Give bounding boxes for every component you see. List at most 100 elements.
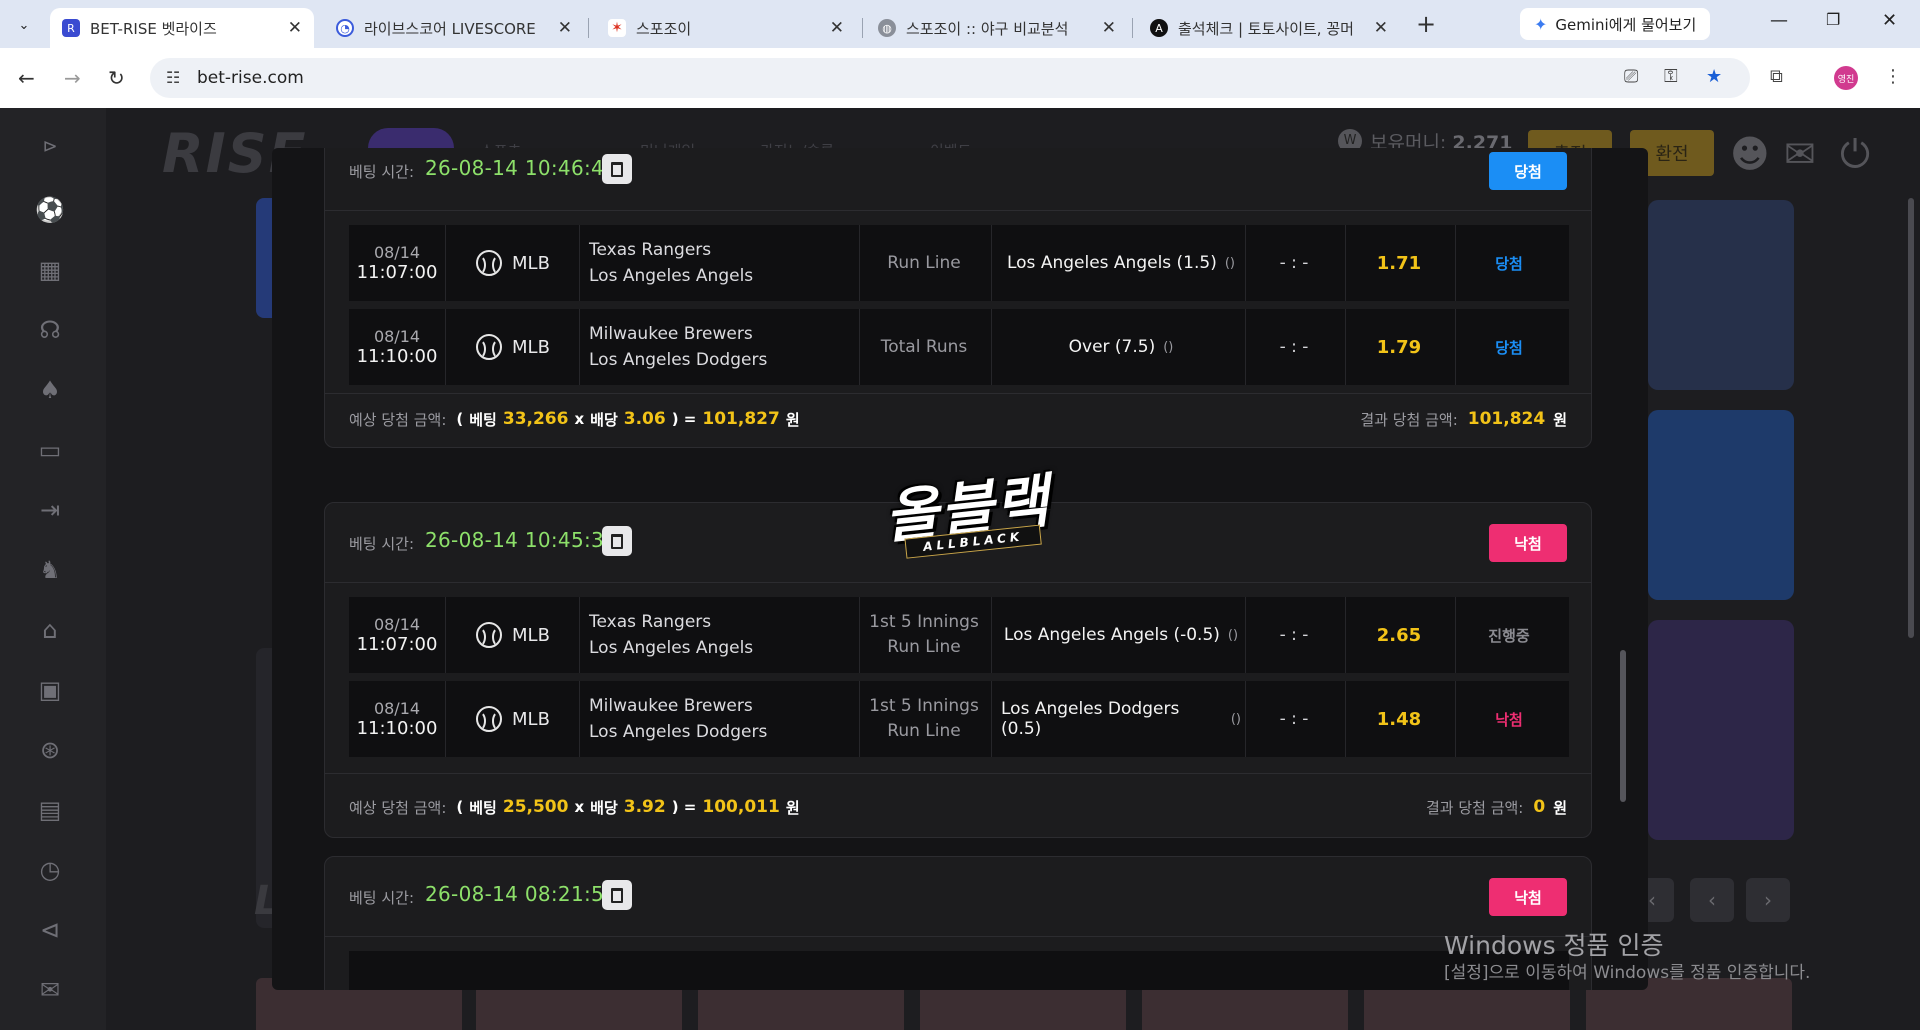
mail-icon[interactable]: ✉ bbox=[33, 976, 67, 1004]
bet-slip-header: 베팅 시간: 26-08-14 08:21:51 낙첨 bbox=[325, 857, 1591, 937]
modal-scrollbar[interactable] bbox=[1620, 650, 1626, 802]
match-date: 08/14 bbox=[373, 243, 421, 262]
new-tab-plus-icon[interactable]: + bbox=[1416, 10, 1436, 38]
promo-card[interactable] bbox=[1648, 620, 1794, 840]
pick-name: Over (7.5) bbox=[1068, 337, 1156, 357]
tab-bet-rise[interactable]: R BET-RISE 벳라이즈 ✕ bbox=[50, 8, 314, 48]
tab-title: 출석체크 | 토토사이트, 꽁머 bbox=[1178, 19, 1354, 38]
close-icon[interactable]: ✕ bbox=[1102, 18, 1116, 38]
baseball-icon bbox=[476, 334, 503, 360]
roulette-icon[interactable]: ⊛ bbox=[33, 736, 67, 764]
divider bbox=[1245, 225, 1246, 301]
tab-separator bbox=[588, 18, 589, 38]
megaphone-icon[interactable]: ⊲ bbox=[33, 916, 67, 944]
trash-icon[interactable] bbox=[602, 526, 632, 556]
document-icon[interactable]: ▤ bbox=[33, 796, 67, 824]
pager-next-icon[interactable]: › bbox=[1746, 878, 1790, 922]
profile-avatar[interactable]: 영진 bbox=[1834, 66, 1858, 90]
promo-card[interactable] bbox=[1648, 200, 1794, 390]
bet-status-label: 당첨 bbox=[1514, 162, 1542, 181]
league-name: MLB bbox=[512, 336, 550, 358]
tab-livescore[interactable]: ◔ 라이브스코어 LIVESCORE ✕ bbox=[324, 8, 584, 48]
power-icon[interactable]: ⏻ bbox=[1840, 132, 1870, 177]
divider bbox=[1245, 309, 1246, 385]
password-key-icon[interactable]: ⚿ bbox=[1664, 66, 1678, 87]
url-text[interactable]: bet-rise.com bbox=[197, 68, 304, 88]
tab-title: 스포조이 bbox=[636, 19, 692, 38]
close-icon[interactable]: ✕ bbox=[558, 18, 572, 38]
trash-icon[interactable] bbox=[602, 880, 632, 910]
divider bbox=[1345, 225, 1346, 301]
tab-spojoy-baseball[interactable]: ◍ 스포조이 :: 야구 비교분석 ✕ bbox=[866, 8, 1128, 48]
forward-arrow-icon[interactable]: → bbox=[64, 66, 81, 90]
close-icon[interactable]: ✕ bbox=[288, 18, 302, 38]
expected-payout: 예상 당첨 금액: ( 베팅 33,266 x 배당 3.06 ) = 101,… bbox=[349, 399, 803, 439]
divider bbox=[579, 225, 580, 301]
calendar-check-icon[interactable]: ▣ bbox=[33, 676, 67, 704]
baseball-icon bbox=[476, 622, 503, 648]
result-payout: 결과 당첨 금액: 0 원 bbox=[1426, 787, 1567, 827]
match-datetime: 08/14 11:07:00 bbox=[349, 225, 445, 301]
minimize-icon[interactable]: — bbox=[1770, 10, 1788, 31]
bet-time-label: 베팅 시간: bbox=[349, 163, 415, 181]
history-icon[interactable]: ◷ bbox=[33, 856, 67, 884]
currency: 원 bbox=[785, 410, 800, 429]
table-row bbox=[349, 951, 1569, 990]
omnibox[interactable] bbox=[150, 58, 1750, 98]
home-team: Texas Rangers bbox=[589, 240, 712, 260]
bookmark-star-icon[interactable]: ★ bbox=[1706, 66, 1722, 87]
divider bbox=[1345, 681, 1346, 757]
headset-icon[interactable]: ☊ bbox=[33, 316, 67, 344]
pager-prev2-icon[interactable]: ‹ bbox=[1690, 878, 1734, 922]
gift-icon[interactable]: ⌂ bbox=[33, 616, 67, 644]
site-settings-icon[interactable]: ☷ bbox=[166, 68, 180, 87]
league-name: MLB bbox=[512, 252, 550, 274]
bet-status-label: 낙첨 bbox=[1514, 888, 1542, 907]
divider bbox=[325, 393, 1591, 394]
ticket-icon[interactable]: ▭ bbox=[33, 436, 67, 464]
left-nav: ⊳ ⚽ ▦ ☊ ♠ ▭ ⇥ ♞ ⌂ ▣ ⊛ ▤ ◷ ⊲ ✉ bbox=[0, 108, 106, 1030]
divider bbox=[1455, 597, 1456, 673]
inbox-icon[interactable]: ✉ bbox=[1784, 132, 1816, 176]
market-name: Run Line bbox=[887, 637, 961, 657]
bet-word: 베팅 bbox=[469, 798, 497, 817]
paren-close: ) = bbox=[671, 410, 697, 428]
divider bbox=[991, 225, 992, 301]
reload-icon[interactable]: ↻ bbox=[108, 66, 125, 90]
bet-time-label: 베팅 시간: bbox=[349, 535, 415, 553]
tab-search-chevron-icon[interactable]: ⌄ bbox=[10, 11, 38, 39]
soccer-icon[interactable]: ⚽ bbox=[33, 196, 67, 224]
close-icon[interactable]: ✕ bbox=[830, 18, 844, 38]
match-date: 08/14 bbox=[373, 699, 421, 718]
bet-status-badge[interactable]: 당첨 bbox=[1489, 152, 1567, 190]
match-time: 11:10:00 bbox=[356, 346, 438, 367]
bet-status-badge[interactable]: 낙첨 bbox=[1489, 524, 1567, 562]
live-casino-icon[interactable]: ▦ bbox=[33, 256, 67, 284]
horse-racing-icon[interactable]: ♞ bbox=[33, 556, 67, 584]
paren-close: ) = bbox=[671, 798, 697, 816]
cards-icon[interactable]: ♠ bbox=[33, 376, 67, 404]
exit-icon[interactable]: ⇥ bbox=[33, 496, 67, 524]
tab-spojoy[interactable]: ✶ 스포조이 ✕ bbox=[596, 8, 856, 48]
more-menu-icon[interactable]: ⋮ bbox=[1884, 66, 1902, 87]
table-row: 08/14 11:10:00 MLB Milwaukee Brewers Los… bbox=[349, 309, 1569, 385]
gemini-ask-button[interactable]: ✦ Gemini에게 물어보기 bbox=[1520, 8, 1711, 40]
pick-extra: () bbox=[1224, 255, 1236, 271]
bet-status-badge[interactable]: 낙첨 bbox=[1489, 878, 1567, 916]
collapse-icon[interactable]: ⊳ bbox=[33, 136, 67, 164]
market-name: 1st 5 Innings bbox=[869, 696, 979, 716]
close-icon[interactable]: ✕ bbox=[1374, 18, 1388, 38]
restore-icon[interactable]: ❐ bbox=[1826, 10, 1840, 29]
window-close-icon[interactable]: ✕ bbox=[1882, 10, 1897, 31]
page-scrollbar[interactable] bbox=[1908, 198, 1914, 638]
promo-card[interactable] bbox=[1648, 410, 1794, 600]
trash-icon[interactable] bbox=[602, 154, 632, 184]
pick-extra: () bbox=[1230, 711, 1241, 727]
install-app-icon[interactable]: ⎚ bbox=[1624, 66, 1638, 87]
back-arrow-icon[interactable]: ← bbox=[18, 66, 35, 90]
attendance-favicon-icon: A bbox=[1150, 19, 1168, 37]
extensions-puzzle-icon[interactable]: ⧉ bbox=[1770, 66, 1783, 87]
user-icon[interactable]: ☻ bbox=[1730, 132, 1770, 176]
tab-attendance[interactable]: A 출석체크 | 토토사이트, 꽁머 ✕ bbox=[1138, 8, 1400, 48]
table-row: 08/14 11:07:00 MLB Texas Rangers Los Ang… bbox=[349, 225, 1569, 301]
